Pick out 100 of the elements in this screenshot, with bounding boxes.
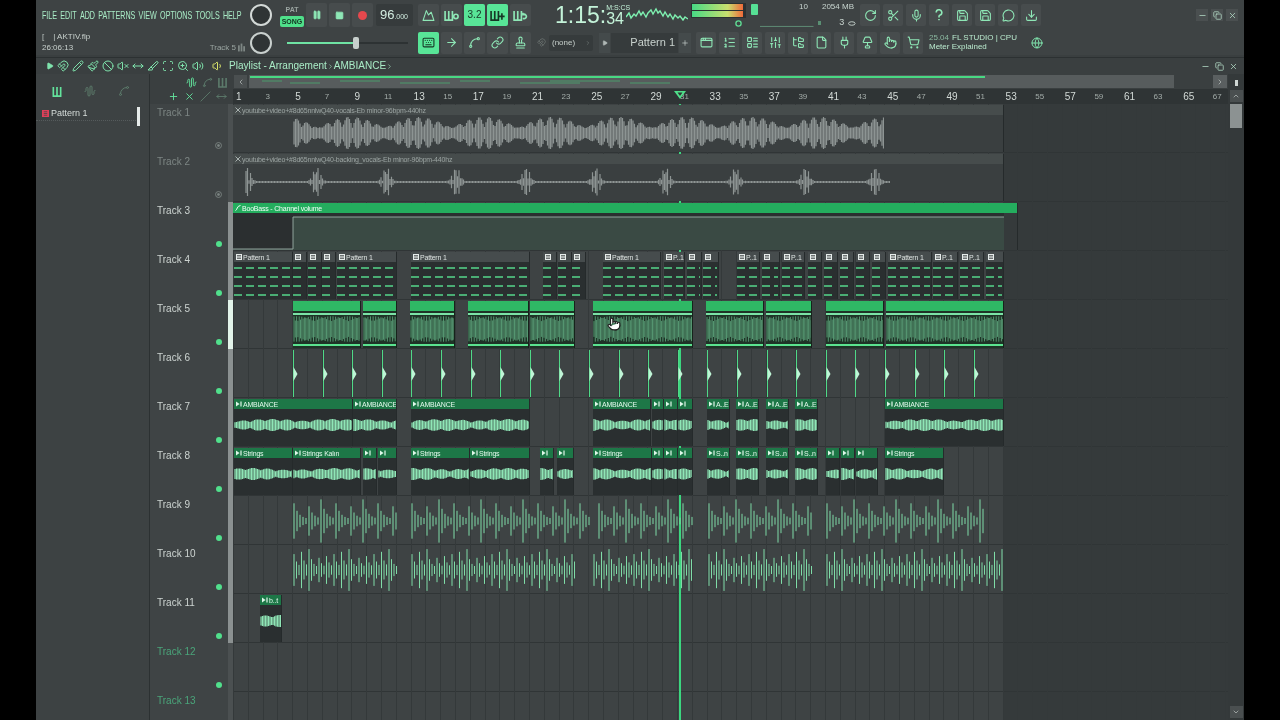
knife-icon[interactable] <box>147 60 159 72</box>
minimize-button[interactable] <box>1196 9 1208 21</box>
audio-clip[interactable] <box>557 448 574 495</box>
scroll-down-button[interactable] <box>1229 706 1243 718</box>
menu-item[interactable]: PATTERNS <box>98 9 136 21</box>
toolbar-button[interactable] <box>860 4 880 26</box>
audio-clip[interactable] <box>973 350 979 397</box>
audio-clip[interactable] <box>378 448 397 495</box>
track-mute-switch[interactable] <box>216 682 222 688</box>
breadcrumb-item[interactable]: AMBIANCE <box>333 61 387 71</box>
toolbar-button[interactable] <box>418 31 439 54</box>
audio-clip[interactable] <box>381 350 387 397</box>
prohibited-icon[interactable] <box>102 60 114 72</box>
track-mute-switch[interactable] <box>216 339 222 345</box>
zoom-icon[interactable] <box>177 60 189 72</box>
toolbar-button[interactable] <box>510 4 531 26</box>
selection-icon[interactable] <box>162 60 174 72</box>
pattern-clip[interactable] <box>808 252 822 299</box>
pattern-clip[interactable] <box>572 252 586 299</box>
audio-clip[interactable] <box>352 350 358 397</box>
scrollbar-thumb[interactable] <box>1230 104 1242 128</box>
track-mute-switch[interactable] <box>216 241 222 247</box>
audio-clip[interactable] <box>826 499 986 543</box>
menu-item[interactable]: OPTIONS <box>160 9 193 21</box>
audio-clip[interactable] <box>500 350 506 397</box>
pattern-clip[interactable] <box>543 252 557 299</box>
track-header[interactable]: Track 4 <box>150 251 233 300</box>
pattern-list-item[interactable]: Pattern 1 <box>36 107 136 121</box>
audio-clip[interactable] <box>559 350 565 397</box>
panel-scrollbar-thumb[interactable] <box>137 107 140 126</box>
audio-clip[interactable] <box>618 350 624 397</box>
audio-clip[interactable] <box>885 350 890 397</box>
track-mute-switch[interactable] <box>216 535 222 541</box>
pattern-clip[interactable] <box>293 252 307 299</box>
audio-clip[interactable] <box>529 350 535 397</box>
pattern-clip[interactable] <box>703 252 719 299</box>
waveform-icon[interactable] <box>186 76 197 88</box>
play-icon[interactable] <box>46 62 54 70</box>
track-header[interactable]: Track 10 <box>150 545 233 594</box>
menu-item[interactable]: HELP <box>222 9 242 21</box>
pattern-clip[interactable] <box>872 252 886 299</box>
toolbar-button[interactable] <box>883 4 903 26</box>
menu-item[interactable]: EDIT <box>60 9 77 21</box>
audio-clip[interactable] <box>826 301 884 348</box>
audio-clip[interactable] <box>363 301 397 348</box>
pattern-clip[interactable] <box>762 252 780 299</box>
menu-item[interactable]: ADD <box>79 9 95 21</box>
restore-icon[interactable] <box>1215 61 1224 71</box>
toolbar-button[interactable] <box>834 31 854 54</box>
toolbar-button[interactable] <box>765 31 785 54</box>
toolbar-button[interactable] <box>441 4 462 26</box>
toolbar-button[interactable] <box>441 31 462 54</box>
audio-clip[interactable] <box>322 350 328 397</box>
track-mute-switch[interactable] <box>216 388 222 394</box>
audio-clip[interactable] <box>652 399 664 446</box>
audio-clip[interactable] <box>706 301 764 348</box>
pattern-clip[interactable] <box>986 252 1004 299</box>
audio-clip[interactable] <box>410 301 455 348</box>
audio-clip[interactable] <box>826 448 840 495</box>
volume-slider[interactable] <box>287 36 408 49</box>
speaker-icon[interactable] <box>192 60 204 72</box>
toolbar-button[interactable] <box>696 31 716 54</box>
audio-clip[interactable] <box>886 301 1004 348</box>
audio-clip[interactable] <box>411 350 417 397</box>
magnet-icon[interactable] <box>57 60 69 72</box>
toolbar-button[interactable] <box>929 4 949 26</box>
audio-clip[interactable] <box>855 350 861 397</box>
track-header[interactable]: Track 8 <box>150 447 233 496</box>
track-header[interactable]: Track 3 <box>150 202 233 251</box>
audio-clip[interactable] <box>664 399 678 446</box>
audio-clip[interactable] <box>470 350 476 397</box>
track-mute-switch[interactable] <box>216 584 222 590</box>
toolbar-button[interactable] <box>906 4 926 26</box>
mute-icon[interactable] <box>117 60 129 72</box>
audio-clip[interactable] <box>796 350 802 397</box>
resize-handle-icon[interactable] <box>1234 80 1238 86</box>
toolbar-button[interactable] <box>975 4 995 26</box>
audio-clip[interactable] <box>648 350 654 397</box>
track-mute-switch[interactable] <box>215 142 222 149</box>
globe-icon[interactable] <box>1031 36 1043 49</box>
pattern-clip[interactable] <box>558 252 572 299</box>
close-icon[interactable] <box>1229 61 1238 71</box>
audio-clip[interactable] <box>540 448 554 495</box>
toolbar-button[interactable] <box>510 31 531 54</box>
audio-clip[interactable] <box>944 350 950 397</box>
audio-clip[interactable] <box>737 350 742 397</box>
track-header[interactable]: Track 7 <box>150 398 233 447</box>
knob[interactable] <box>250 4 272 26</box>
pattern-clip[interactable] <box>840 252 854 299</box>
toolbar-button[interactable] <box>464 31 485 54</box>
track-mute-switch[interactable] <box>216 437 222 443</box>
pattern-clip[interactable] <box>824 252 838 299</box>
plus-icon[interactable] <box>168 90 179 102</box>
menu-item[interactable]: FILE <box>42 9 58 21</box>
pattern-selector[interactable]: Pattern 1 <box>611 32 678 53</box>
toolbar-button[interactable] <box>788 31 808 54</box>
track-header[interactable]: Track 6 <box>150 349 233 398</box>
audio-clip[interactable] <box>468 301 529 348</box>
toolbar-button[interactable] <box>880 31 900 54</box>
audio-clip[interactable] <box>593 301 693 348</box>
